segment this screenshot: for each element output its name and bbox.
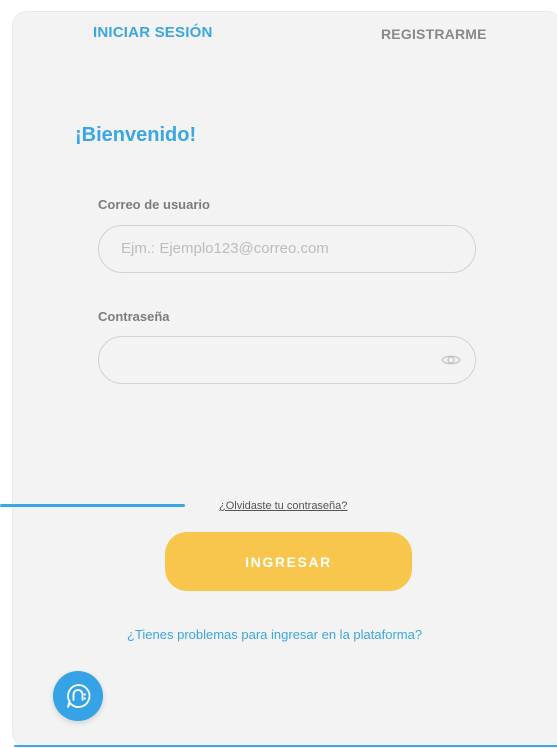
password-field[interactable] [119,350,443,369]
tab-register[interactable]: REGISTRARME [381,26,487,42]
email-field-wrapper [98,225,476,273]
eye-icon[interactable] [441,352,461,368]
password-label: Contraseña [98,309,170,324]
forgot-password-link[interactable]: ¿Olvidaste tu contraseña? [219,500,347,512]
password-field-wrapper [98,336,476,384]
login-button[interactable]: INGRESAR [165,532,412,591]
card-bottom-border [14,745,557,747]
email-label: Correo de usuario [98,197,210,212]
chat-bubble-icon [67,684,91,708]
tab-login[interactable]: INICIAR SESIÓN [93,24,212,41]
welcome-title: ¡Bienvenido! [75,124,197,146]
chat-button[interactable] [53,671,103,721]
help-link[interactable]: ¿Tienes problemas para ingresar en la pl… [127,627,422,642]
accent-line [0,504,185,507]
email-field[interactable] [119,239,443,258]
